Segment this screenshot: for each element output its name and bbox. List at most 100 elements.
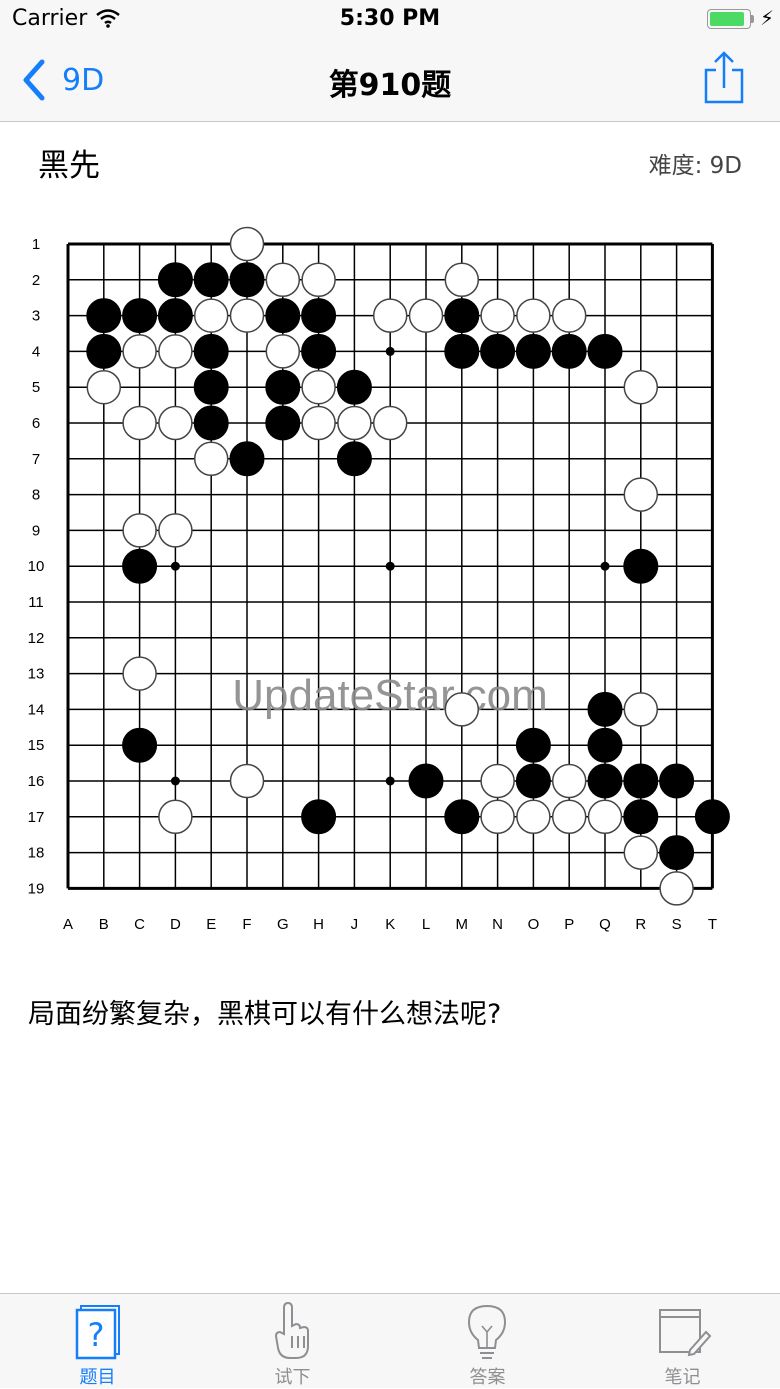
white-stone [480,763,515,799]
charging-bolt-icon: ⚡ [760,6,775,30]
black-stone [659,835,695,871]
column-label: G [277,916,289,933]
black-stone [623,548,659,584]
column-label: D [170,916,181,933]
svg-text:?: ? [88,1316,105,1354]
star-point [600,561,610,571]
white-stone [301,405,336,441]
white-stone [158,799,193,835]
black-stone [86,298,122,334]
white-stone [623,692,659,727]
column-label: J [351,916,359,933]
white-stone [301,369,336,405]
tab-try[interactable]: 试下 [195,1294,390,1388]
black-stone [193,333,229,369]
white-stone [193,441,229,477]
white-stone [480,799,515,835]
battery-icon [707,9,751,29]
tab-notes[interactable]: 笔记 [585,1294,780,1388]
column-label: C [134,916,145,933]
tab-answer[interactable]: 答案 [390,1294,585,1388]
star-point [385,346,395,356]
go-board[interactable]: UpdateStar.com12345678910111213141516171… [0,200,780,960]
white-stone [229,298,265,333]
white-stone [372,298,408,333]
black-stone [265,369,301,405]
white-stone [659,871,694,906]
to-play-label: 黑先 [38,148,100,184]
white-stone [408,298,444,333]
black-stone [694,799,730,835]
row-label: 7 [32,451,40,468]
row-label: 5 [32,379,40,396]
black-stone [623,763,659,799]
black-stone [193,262,229,298]
black-stone [122,298,158,334]
white-stone [516,298,551,333]
white-stone [193,298,229,333]
black-stone [515,727,551,763]
white-stone [122,513,157,548]
black-stone [659,763,695,799]
tab-bar: ? 题目 试下 答案 笔记 [0,1293,780,1388]
white-stone [444,692,480,727]
column-label: O [528,916,540,933]
column-label: B [99,916,109,933]
star-point [170,561,180,571]
white-stone [229,763,265,799]
lightbulb-icon [467,1304,507,1359]
tab-label: 答案 [469,1367,506,1388]
black-stone [336,369,372,405]
white-stone [623,477,659,512]
black-stone [587,691,623,727]
row-label: 2 [32,272,40,289]
column-label: A [63,916,73,933]
column-label: S [672,916,682,933]
black-stone [122,548,158,584]
battery-cap [751,15,754,23]
tab-problem[interactable]: ? 题目 [0,1294,195,1388]
column-label: M [456,916,469,933]
black-stone [229,441,265,477]
black-stone [480,333,516,369]
column-label: K [385,916,395,933]
column-label: P [564,916,574,933]
navigation-bar: 9D 第910题 [0,40,780,122]
white-stone [158,334,193,369]
row-label: 10 [28,558,45,575]
white-stone [122,405,157,441]
row-label: 19 [28,880,45,897]
black-stone [157,262,193,298]
white-stone [623,835,659,870]
column-label: R [635,916,646,933]
star-point [385,561,395,571]
notepad-pencil-icon [659,1309,712,1357]
black-stone [336,441,372,477]
white-stone [265,262,301,298]
white-stone [265,334,301,369]
black-stone [301,799,337,835]
black-stone [301,298,337,334]
status-bar: Carrier 5:30 PM ⚡ [0,0,780,40]
black-stone [265,298,301,334]
white-stone [551,799,587,835]
white-stone [229,226,265,262]
black-stone [444,799,480,835]
row-label: 18 [28,845,45,862]
black-stone [408,763,444,799]
white-stone [551,298,587,333]
question-card-icon: ? [75,1305,120,1360]
tab-label: 笔记 [664,1367,701,1388]
black-stone [623,799,659,835]
black-stone [157,298,193,334]
row-label: 6 [32,415,40,432]
black-stone [265,405,301,441]
black-stone [587,763,623,799]
white-stone [158,513,193,548]
black-stone [551,333,587,369]
watermark-text: UpdateStar.com [232,671,548,720]
share-icon[interactable] [700,50,748,106]
black-stone [86,333,122,369]
white-stone [86,369,122,405]
row-label: 3 [32,308,40,325]
